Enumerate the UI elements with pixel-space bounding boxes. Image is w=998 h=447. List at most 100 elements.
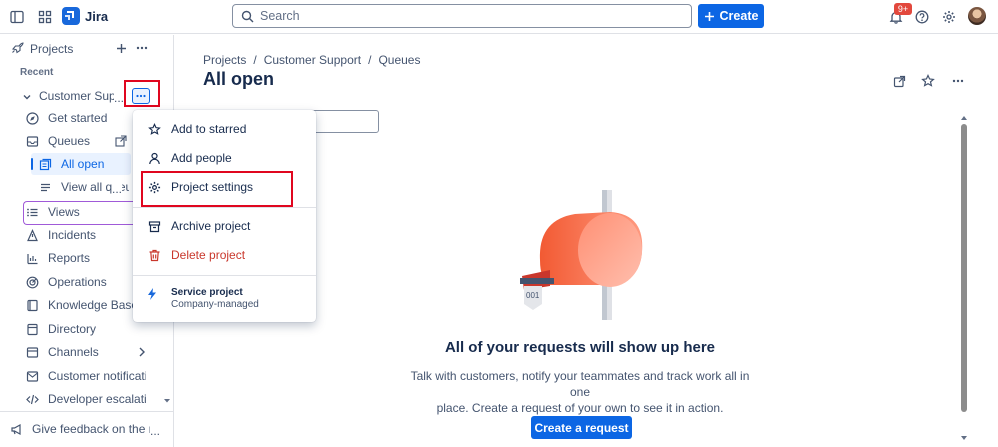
search-placeholder: Search bbox=[260, 9, 300, 23]
highlight-box-more-actions bbox=[124, 80, 160, 107]
queue-icon bbox=[24, 135, 40, 148]
chevron-down-icon[interactable] bbox=[20, 90, 34, 104]
notifications-icon bbox=[24, 370, 40, 383]
sidebar-item-label: Developer escalations bbox=[48, 392, 146, 406]
empty-state-description-line2: place. Create a request of your own to s… bbox=[436, 401, 724, 415]
app-switcher-icon[interactable] bbox=[37, 9, 53, 25]
menu-item-label: Delete project bbox=[171, 248, 246, 262]
project-name-label: Customer Support bbox=[39, 89, 125, 103]
sidebar-item-all-open[interactable]: All open bbox=[37, 153, 131, 175]
share-external-icon[interactable] bbox=[891, 73, 907, 89]
projects-heading[interactable]: Projects bbox=[30, 42, 73, 56]
empty-state-description: Talk with customers, notify your teammat… bbox=[405, 368, 755, 416]
sidebar-item-label: Views bbox=[48, 205, 80, 219]
reports-icon bbox=[24, 252, 40, 265]
settings-gear-icon[interactable] bbox=[941, 9, 957, 25]
give-feedback-link[interactable]: Give feedback on the new navigation bbox=[10, 418, 170, 440]
empty-state-title: All of your requests will show up here bbox=[444, 339, 716, 356]
list-icon bbox=[37, 181, 53, 194]
avatar[interactable] bbox=[968, 7, 986, 25]
breadcrumb-customer-support[interactable]: Customer Support bbox=[264, 53, 361, 67]
search-icon bbox=[241, 10, 254, 23]
compass-icon bbox=[24, 111, 40, 125]
menu-item-archive-project[interactable]: Archive project bbox=[133, 213, 316, 239]
menu-divider bbox=[133, 275, 316, 276]
mailbox-illustration: 001 bbox=[510, 190, 670, 330]
plus-icon bbox=[704, 11, 715, 22]
notifications-badge: 9+ bbox=[894, 3, 912, 15]
top-navigation-bar: Jira Search Create 9+ bbox=[0, 0, 998, 34]
sidebar-item-label: Channels bbox=[48, 345, 99, 359]
sidebar-item-label: Operations bbox=[48, 275, 107, 289]
sidebar-item-label: Reports bbox=[48, 251, 91, 265]
menu-divider bbox=[133, 207, 316, 208]
recent-label: Recent bbox=[20, 67, 54, 78]
inbox-icon bbox=[37, 158, 53, 171]
menu-item-label: Add people bbox=[171, 151, 232, 165]
views-icon bbox=[24, 206, 40, 219]
give-feedback-label: Give feedback on the new navigation bbox=[32, 422, 156, 436]
menu-item-add-people[interactable]: Add people bbox=[133, 145, 316, 171]
breadcrumb-queues[interactable]: Queues bbox=[378, 53, 420, 67]
star-icon bbox=[147, 122, 161, 136]
help-icon[interactable] bbox=[914, 9, 930, 25]
trash-icon bbox=[147, 249, 161, 262]
jira-logo-icon[interactable] bbox=[62, 7, 80, 25]
highlight-box-project-settings bbox=[141, 171, 293, 207]
mailbox-tag-label: 001 bbox=[526, 291, 540, 300]
add-project-plus-icon[interactable] bbox=[114, 41, 128, 55]
menu-item-label: Archive project bbox=[171, 219, 251, 233]
archive-icon bbox=[147, 220, 161, 233]
sidebar-toggle-icon[interactable] bbox=[9, 9, 25, 25]
project-name-ellipsis: ... bbox=[114, 91, 125, 105]
search-input[interactable]: Search bbox=[232, 4, 692, 28]
sidebar-item-developer-escalations[interactable]: Developer escalations bbox=[24, 388, 170, 410]
selected-indicator bbox=[31, 158, 33, 170]
code-icon bbox=[24, 393, 40, 406]
sidebar-item-label: Get started bbox=[48, 111, 108, 125]
incidents-icon bbox=[24, 228, 40, 242]
sidebar-item-label: Knowledge Base bbox=[48, 298, 139, 312]
view-all-queues-ellipsis: ... bbox=[112, 182, 123, 196]
breadcrumb-separator: / bbox=[253, 53, 257, 67]
chevron-right-icon[interactable] bbox=[136, 346, 148, 358]
sidebar-item-label: Directory bbox=[48, 322, 97, 336]
queue-external-icon[interactable] bbox=[114, 134, 128, 148]
menu-item-label: Add to starred bbox=[171, 122, 247, 136]
menu-footer-title: Service project bbox=[171, 287, 243, 298]
breadcrumb-projects[interactable]: Projects bbox=[203, 53, 246, 67]
megaphone-icon bbox=[10, 423, 24, 436]
star-icon[interactable] bbox=[920, 73, 936, 89]
empty-state-description-line1: Talk with customers, notify your teammat… bbox=[410, 369, 750, 399]
page-title: All open bbox=[203, 69, 274, 89]
menu-footer-subtitle: Company-managed bbox=[171, 299, 259, 310]
rocket-icon bbox=[11, 41, 25, 55]
sidebar-item-channels[interactable]: Channels bbox=[24, 341, 124, 363]
channels-icon bbox=[24, 346, 40, 359]
person-icon bbox=[147, 152, 161, 165]
operations-icon bbox=[24, 276, 40, 289]
book-icon bbox=[24, 299, 40, 312]
sidebar-scroll-down-icon[interactable] bbox=[162, 397, 172, 405]
projects-more-icon[interactable] bbox=[134, 41, 150, 55]
directory-icon bbox=[24, 323, 40, 336]
create-request-button[interactable]: Create a request bbox=[531, 416, 632, 439]
sidebar-item-label: All open bbox=[61, 157, 105, 171]
breadcrumb-separator: / bbox=[368, 53, 372, 67]
more-actions-icon[interactable] bbox=[949, 73, 967, 89]
create-label: Create bbox=[719, 9, 759, 23]
app-name[interactable]: Jira bbox=[85, 9, 108, 24]
sidebar-item-label: Customer notifications bbox=[48, 369, 146, 383]
sidebar-item-label: Queues bbox=[48, 134, 91, 148]
sidebar-footer-divider bbox=[0, 411, 173, 412]
project-actions-menu: Add to starred Add people Project settin… bbox=[133, 110, 316, 322]
menu-item-delete-project[interactable]: Delete project bbox=[133, 242, 316, 268]
sidebar-item-customer-notifications[interactable]: Customer notifications bbox=[24, 365, 170, 387]
feedback-ellipsis: ... bbox=[150, 424, 161, 438]
sidebar-item-label: Incidents bbox=[48, 228, 97, 242]
create-button[interactable]: Create bbox=[698, 4, 764, 28]
menu-item-add-to-starred[interactable]: Add to starred bbox=[133, 116, 316, 142]
lightning-icon bbox=[147, 288, 161, 302]
project-name[interactable]: Customer Support bbox=[39, 89, 125, 105]
main-scrollbar[interactable] bbox=[958, 114, 970, 444]
